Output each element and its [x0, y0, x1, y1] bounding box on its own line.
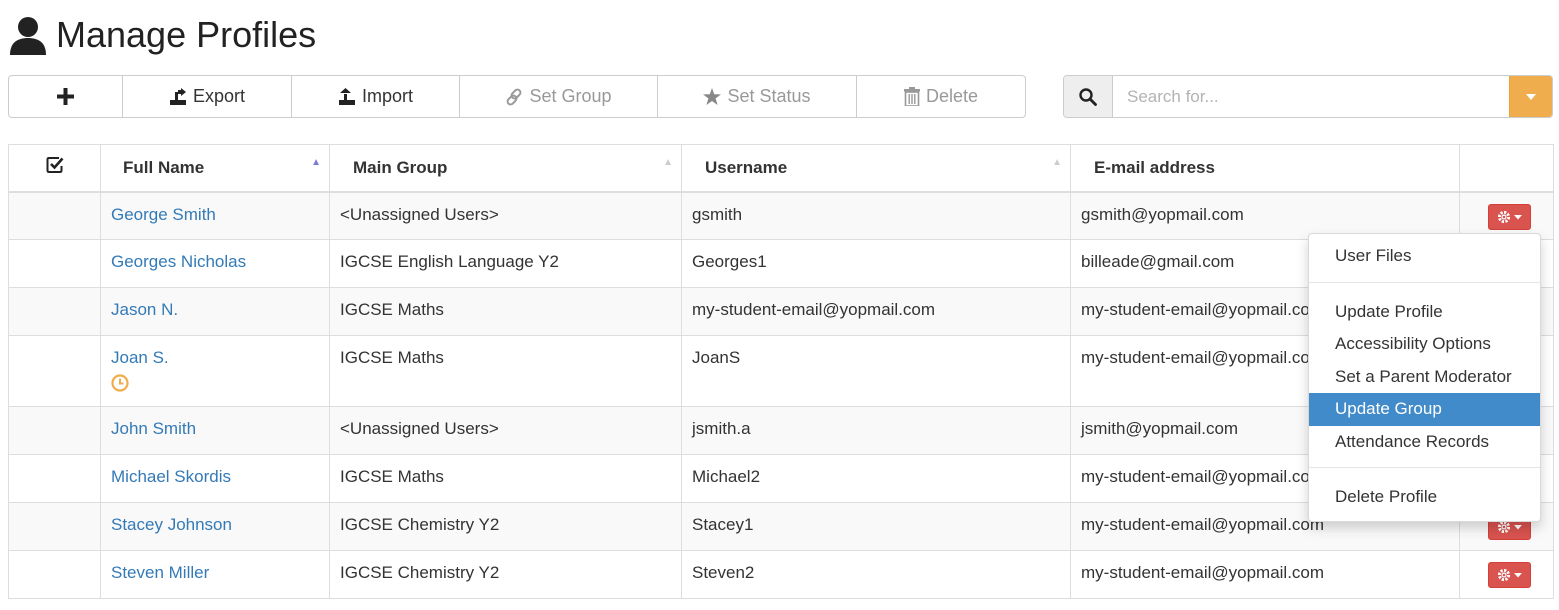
plus-icon [57, 88, 74, 105]
row-select-cell[interactable] [8, 502, 101, 551]
username-cell: Michael2 [681, 454, 1071, 503]
username-cell: gsmith [681, 191, 1071, 240]
profile-name-link[interactable]: Stacey Johnson [111, 515, 232, 534]
profile-name-link[interactable]: Jason N. [111, 300, 178, 319]
profile-name-link[interactable]: John Smith [111, 419, 196, 438]
search-button[interactable] [1064, 76, 1113, 117]
delete-button[interactable]: Delete [857, 76, 1025, 117]
search-group [1063, 75, 1553, 118]
import-button[interactable]: Import [292, 76, 460, 117]
link-icon [507, 88, 522, 105]
sort-icon: ▲ [663, 157, 673, 168]
user-icon [10, 17, 46, 55]
menu-item-attendance-records[interactable]: Attendance Records [1309, 426, 1540, 459]
main-group-cell: IGCSE Maths [329, 454, 682, 503]
set-group-button[interactable]: Set Group [460, 76, 658, 117]
gear-icon [1497, 210, 1522, 223]
set-status-label: Set Status [727, 86, 811, 106]
gear-icon [1497, 568, 1522, 582]
username-cell: JoanS [681, 335, 1071, 407]
clock-icon [111, 374, 129, 392]
check-square-icon [46, 157, 63, 174]
sort-icon: ▲ [1052, 157, 1062, 168]
row-select-cell[interactable] [8, 287, 101, 336]
export-button[interactable]: Export [123, 76, 292, 117]
caret-down-icon [1526, 93, 1536, 100]
menu-item-update-group[interactable]: Update Group [1309, 393, 1540, 426]
page: Manage Profiles Export Import Set Group … [0, 0, 1559, 610]
row-select-cell[interactable] [8, 239, 101, 288]
export-label: Export [192, 86, 246, 106]
menu-item-accessibility-options[interactable]: Accessibility Options [1309, 328, 1540, 361]
username-cell: Stacey1 [681, 502, 1071, 551]
row-select-cell[interactable] [8, 335, 101, 407]
page-header: Manage Profiles [8, 10, 316, 60]
menu-divider [1309, 281, 1540, 283]
column-header-username[interactable]: Username ▲ [681, 144, 1071, 193]
page-title: Manage Profiles [56, 14, 317, 55]
username-cell: my-student-email@yopmail.com [681, 287, 1071, 336]
username-cell: Steven2 [681, 550, 1071, 599]
search-icon [1079, 87, 1097, 106]
import-label: Import [361, 86, 413, 106]
row-select-cell[interactable] [8, 550, 101, 599]
star-icon [703, 87, 722, 105]
column-header-full-name[interactable]: Full Name ▲ [100, 144, 330, 193]
column-header-actions [1459, 144, 1554, 193]
import-icon [338, 87, 355, 105]
row-actions-button[interactable] [1488, 562, 1531, 588]
row-select-cell[interactable] [8, 454, 101, 503]
add-button[interactable] [9, 76, 123, 117]
search-dropdown-button[interactable] [1509, 76, 1552, 117]
trash-icon [903, 87, 920, 106]
gear-icon [1497, 520, 1522, 534]
username-cell: Georges1 [681, 239, 1071, 288]
profile-name-link[interactable]: Joan S. [111, 348, 169, 367]
row-select-cell[interactable] [8, 191, 101, 240]
profile-name-link[interactable]: Steven Miller [111, 563, 209, 582]
menu-item-set-parent-moderator[interactable]: Set a Parent Moderator [1309, 361, 1540, 394]
main-group-cell: IGCSE Chemistry Y2 [329, 502, 682, 551]
main-group-cell: IGCSE English Language Y2 [329, 239, 682, 288]
profile-name-link[interactable]: Georges Nicholas [111, 252, 246, 271]
menu-item-delete-profile[interactable]: Delete Profile [1309, 481, 1540, 514]
row-actions-button[interactable] [1488, 203, 1531, 230]
delete-label: Delete [925, 86, 979, 106]
select-all-header[interactable] [8, 144, 101, 193]
set-group-label: Set Group [529, 86, 612, 106]
profile-name-link[interactable]: George Smith [111, 205, 216, 224]
search-input[interactable] [1113, 76, 1509, 117]
table-header-row: Full Name ▲ Main Group ▲ Username ▲ E-ma… [8, 144, 1554, 193]
table-row: Steven Miller IGCSE Chemistry Y2 Steven2… [8, 550, 1554, 599]
toolbar: Export Import Set Group Set Status Delet… [8, 75, 1026, 118]
menu-item-user-files[interactable]: User Files [1309, 240, 1540, 273]
main-group-cell: <Unassigned Users> [329, 406, 682, 455]
menu-item-update-profile[interactable]: Update Profile [1309, 296, 1540, 329]
sort-asc-icon: ▲ [311, 157, 321, 168]
row-select-cell[interactable] [8, 406, 101, 455]
profile-name-link[interactable]: Michael Skordis [111, 467, 231, 486]
username-cell: jsmith.a [681, 406, 1071, 455]
main-group-cell: IGCSE Chemistry Y2 [329, 550, 682, 599]
main-group-cell: IGCSE Maths [329, 335, 682, 407]
main-group-cell: IGCSE Maths [329, 287, 682, 336]
row-actions-menu: User Files Update Profile Accessibility … [1308, 233, 1541, 522]
column-header-email[interactable]: E-mail address [1070, 144, 1460, 193]
column-header-main-group[interactable]: Main Group ▲ [329, 144, 682, 193]
main-group-cell: <Unassigned Users> [329, 191, 682, 240]
set-status-button[interactable]: Set Status [658, 76, 857, 117]
menu-divider [1309, 467, 1540, 468]
export-icon [169, 87, 186, 105]
email-cell: my-student-email@yopmail.com [1070, 550, 1460, 599]
